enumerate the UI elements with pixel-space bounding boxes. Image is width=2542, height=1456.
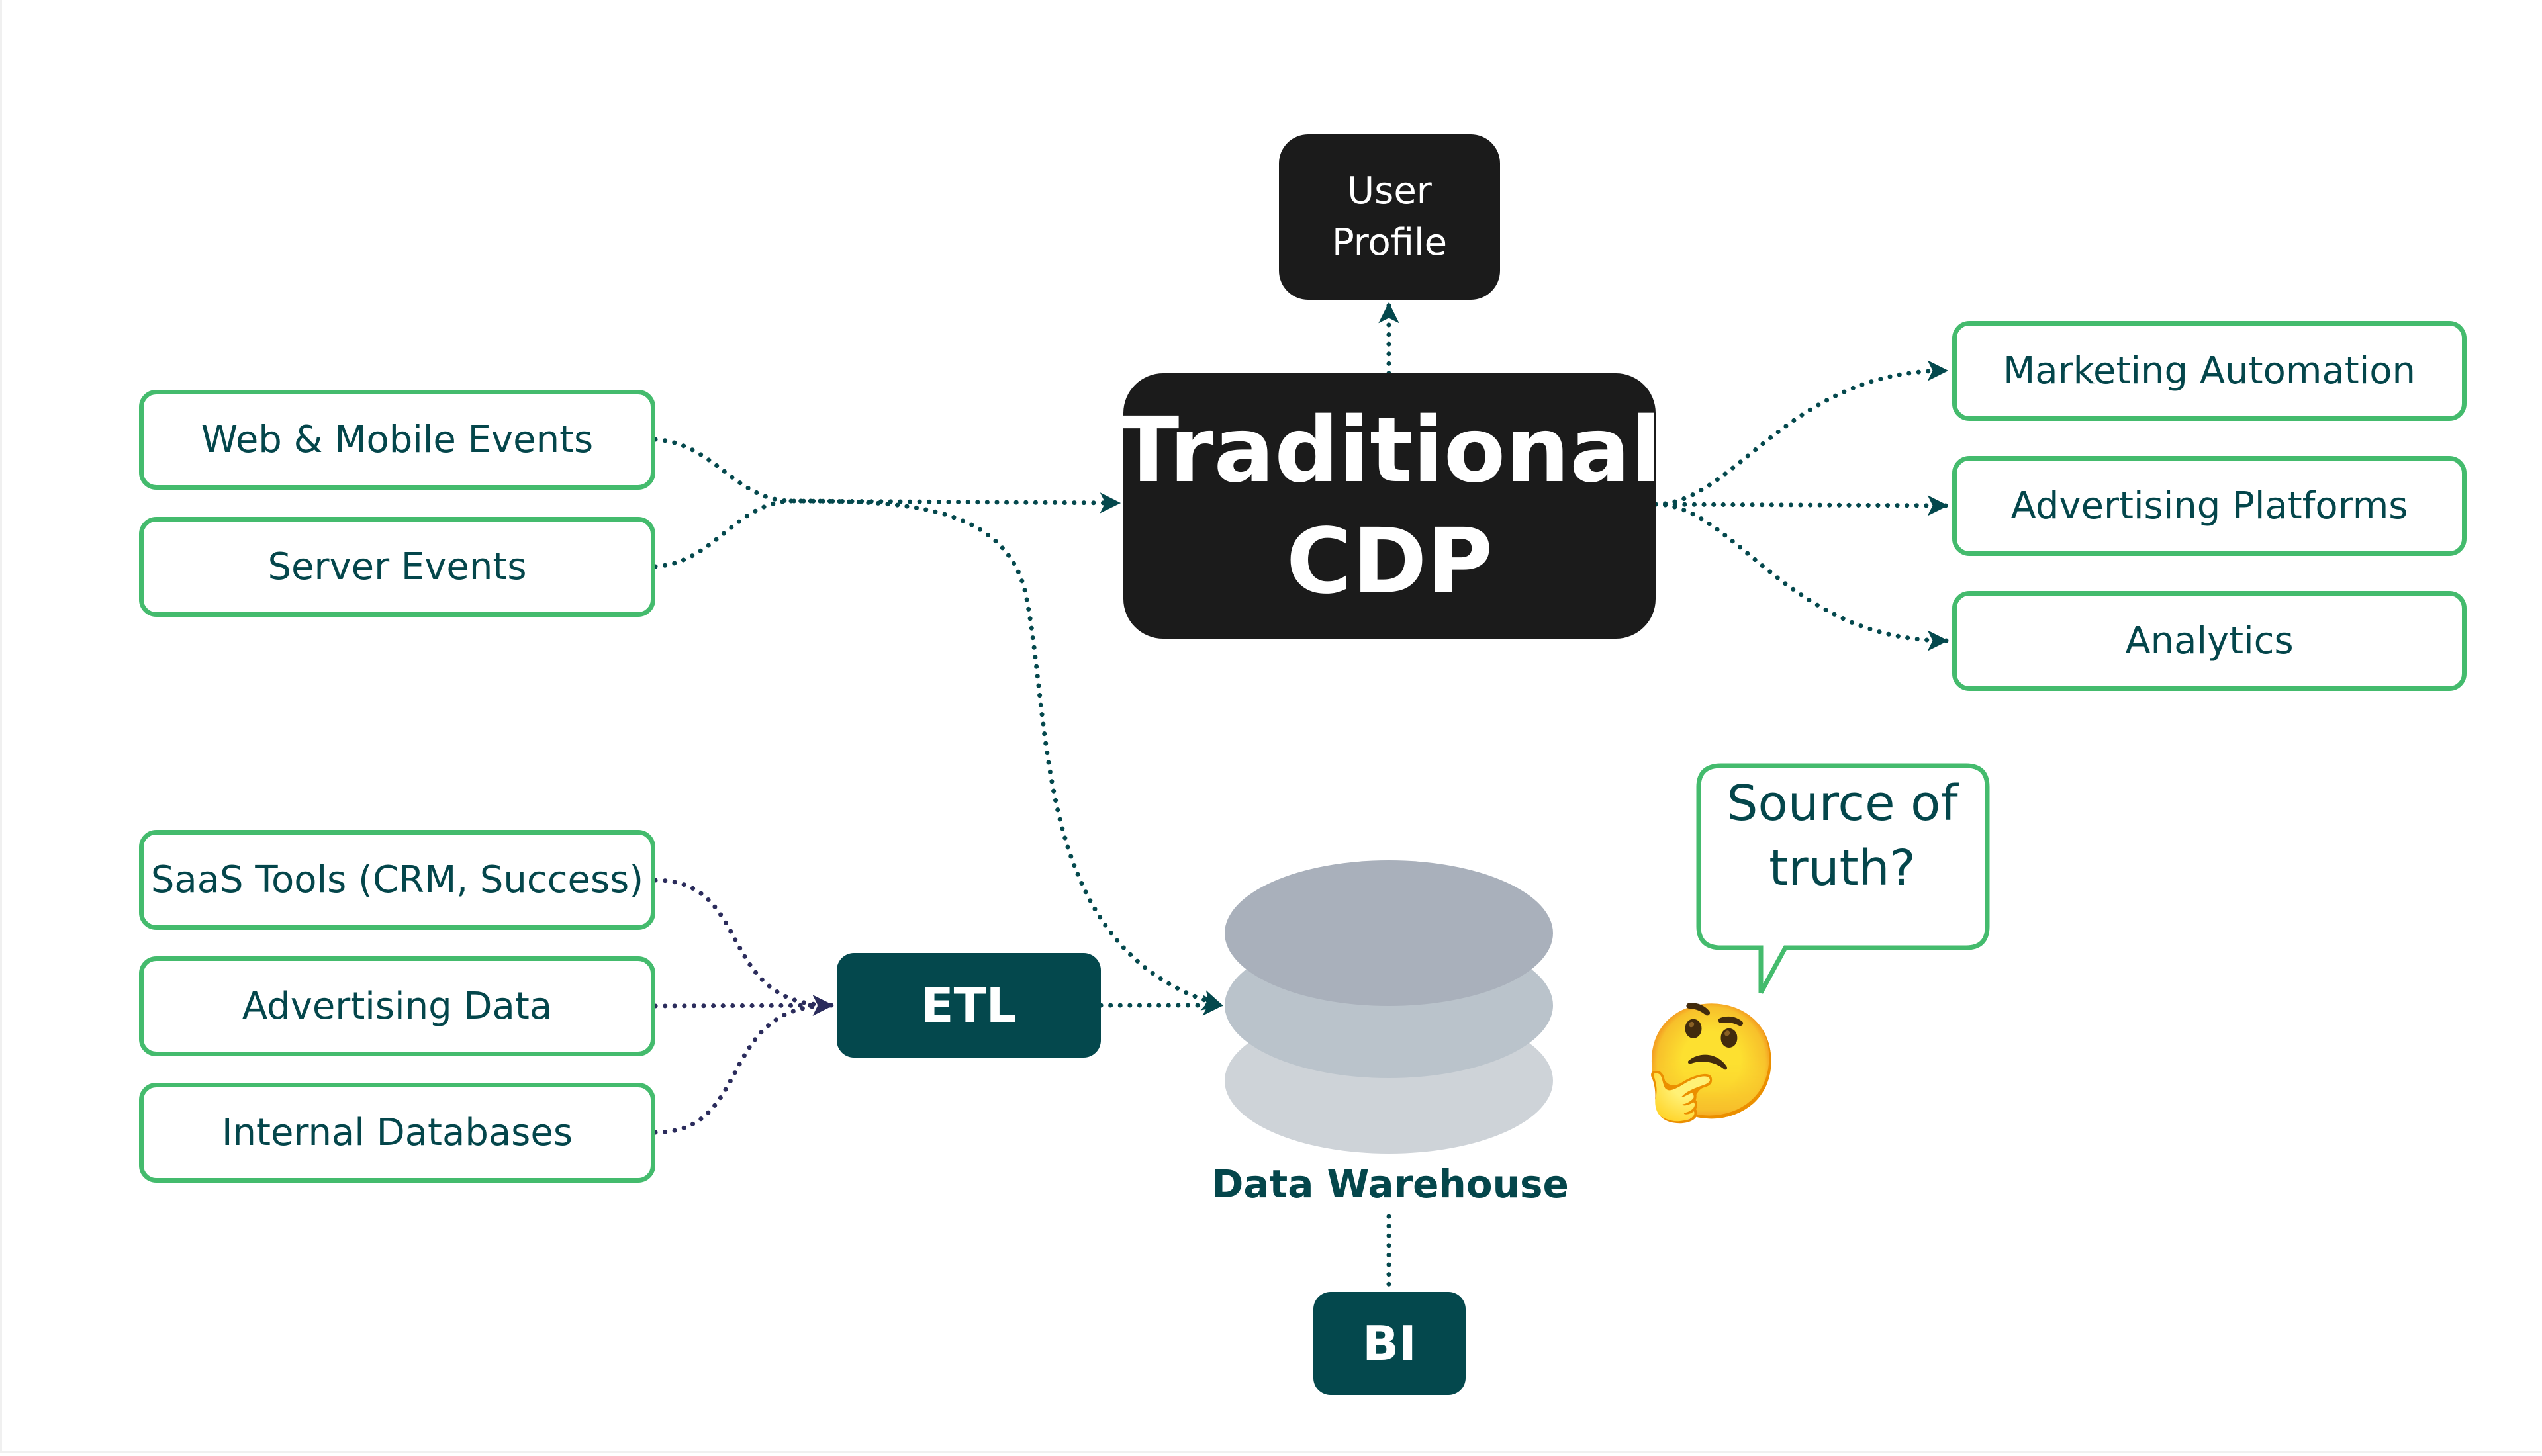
data-warehouse-label: Data Warehouse: [1211, 1161, 1569, 1206]
node-label: Marketing Automation: [2002, 349, 2416, 392]
cdp-title-line1: Traditional: [1117, 398, 1662, 503]
user-profile-node[interactable]: User Profile: [1279, 134, 1500, 300]
thinking-face-icon: 🤔: [1642, 999, 1782, 1125]
user-profile-line2: Profile: [1331, 221, 1448, 264]
advertising-data-node[interactable]: Advertising Data: [139, 956, 655, 1056]
node-label: Internal Databases: [221, 1111, 573, 1154]
analytics-node[interactable]: Analytics: [1952, 591, 2467, 691]
node-label: Server Events: [267, 545, 527, 588]
server-events-node[interactable]: Server Events: [139, 517, 655, 617]
link-cdp-to-advertising: [1653, 495, 1949, 516]
web-mobile-events-node[interactable]: Web & Mobile Events: [139, 390, 655, 490]
etl-node[interactable]: ETL: [837, 953, 1101, 1058]
user-profile-line1: User: [1347, 169, 1432, 212]
link-saas-to-etl: [653, 878, 834, 1016]
saas-tools-node[interactable]: SaaS Tools (CRM, Success): [139, 830, 655, 930]
internal-databases-node[interactable]: Internal Databases: [139, 1083, 655, 1183]
node-label: Analytics: [2125, 619, 2294, 662]
callout-line2: truth?: [1769, 840, 1916, 897]
advertising-platforms-node[interactable]: Advertising Platforms: [1952, 456, 2467, 556]
link-server-events-to-cdp: [653, 498, 794, 569]
link-internaldb-to-etl: [653, 1003, 834, 1135]
callout-line1: Source of: [1726, 775, 1958, 832]
bi-label: BI: [1362, 1316, 1417, 1371]
link-cdp-to-marketing: [1653, 360, 1949, 507]
source-of-truth-callout: Source of truth?: [1697, 771, 1988, 901]
link-web-events-to-cdp: [653, 437, 1121, 514]
node-label: Web & Mobile Events: [201, 418, 594, 461]
traditional-cdp-node[interactable]: Traditional CDP: [1118, 373, 1661, 639]
connections-layer: [653, 302, 1990, 1293]
link-cdp-to-analytics: [1653, 502, 1949, 651]
db-layer-top: [1225, 860, 1553, 1006]
link-addata-to-etl: [653, 995, 834, 1016]
node-label: Advertising Data: [242, 985, 553, 1028]
node-label: SaaS Tools (CRM, Success): [150, 858, 644, 901]
etl-label: ETL: [921, 978, 1017, 1033]
node-label: Advertising Platforms: [2010, 484, 2408, 527]
bi-node[interactable]: BI: [1313, 1292, 1466, 1395]
cdp-title-line2: CDP: [1286, 509, 1493, 614]
marketing-automation-node[interactable]: Marketing Automation: [1952, 321, 2467, 421]
database-icon: [1225, 860, 1553, 1154]
